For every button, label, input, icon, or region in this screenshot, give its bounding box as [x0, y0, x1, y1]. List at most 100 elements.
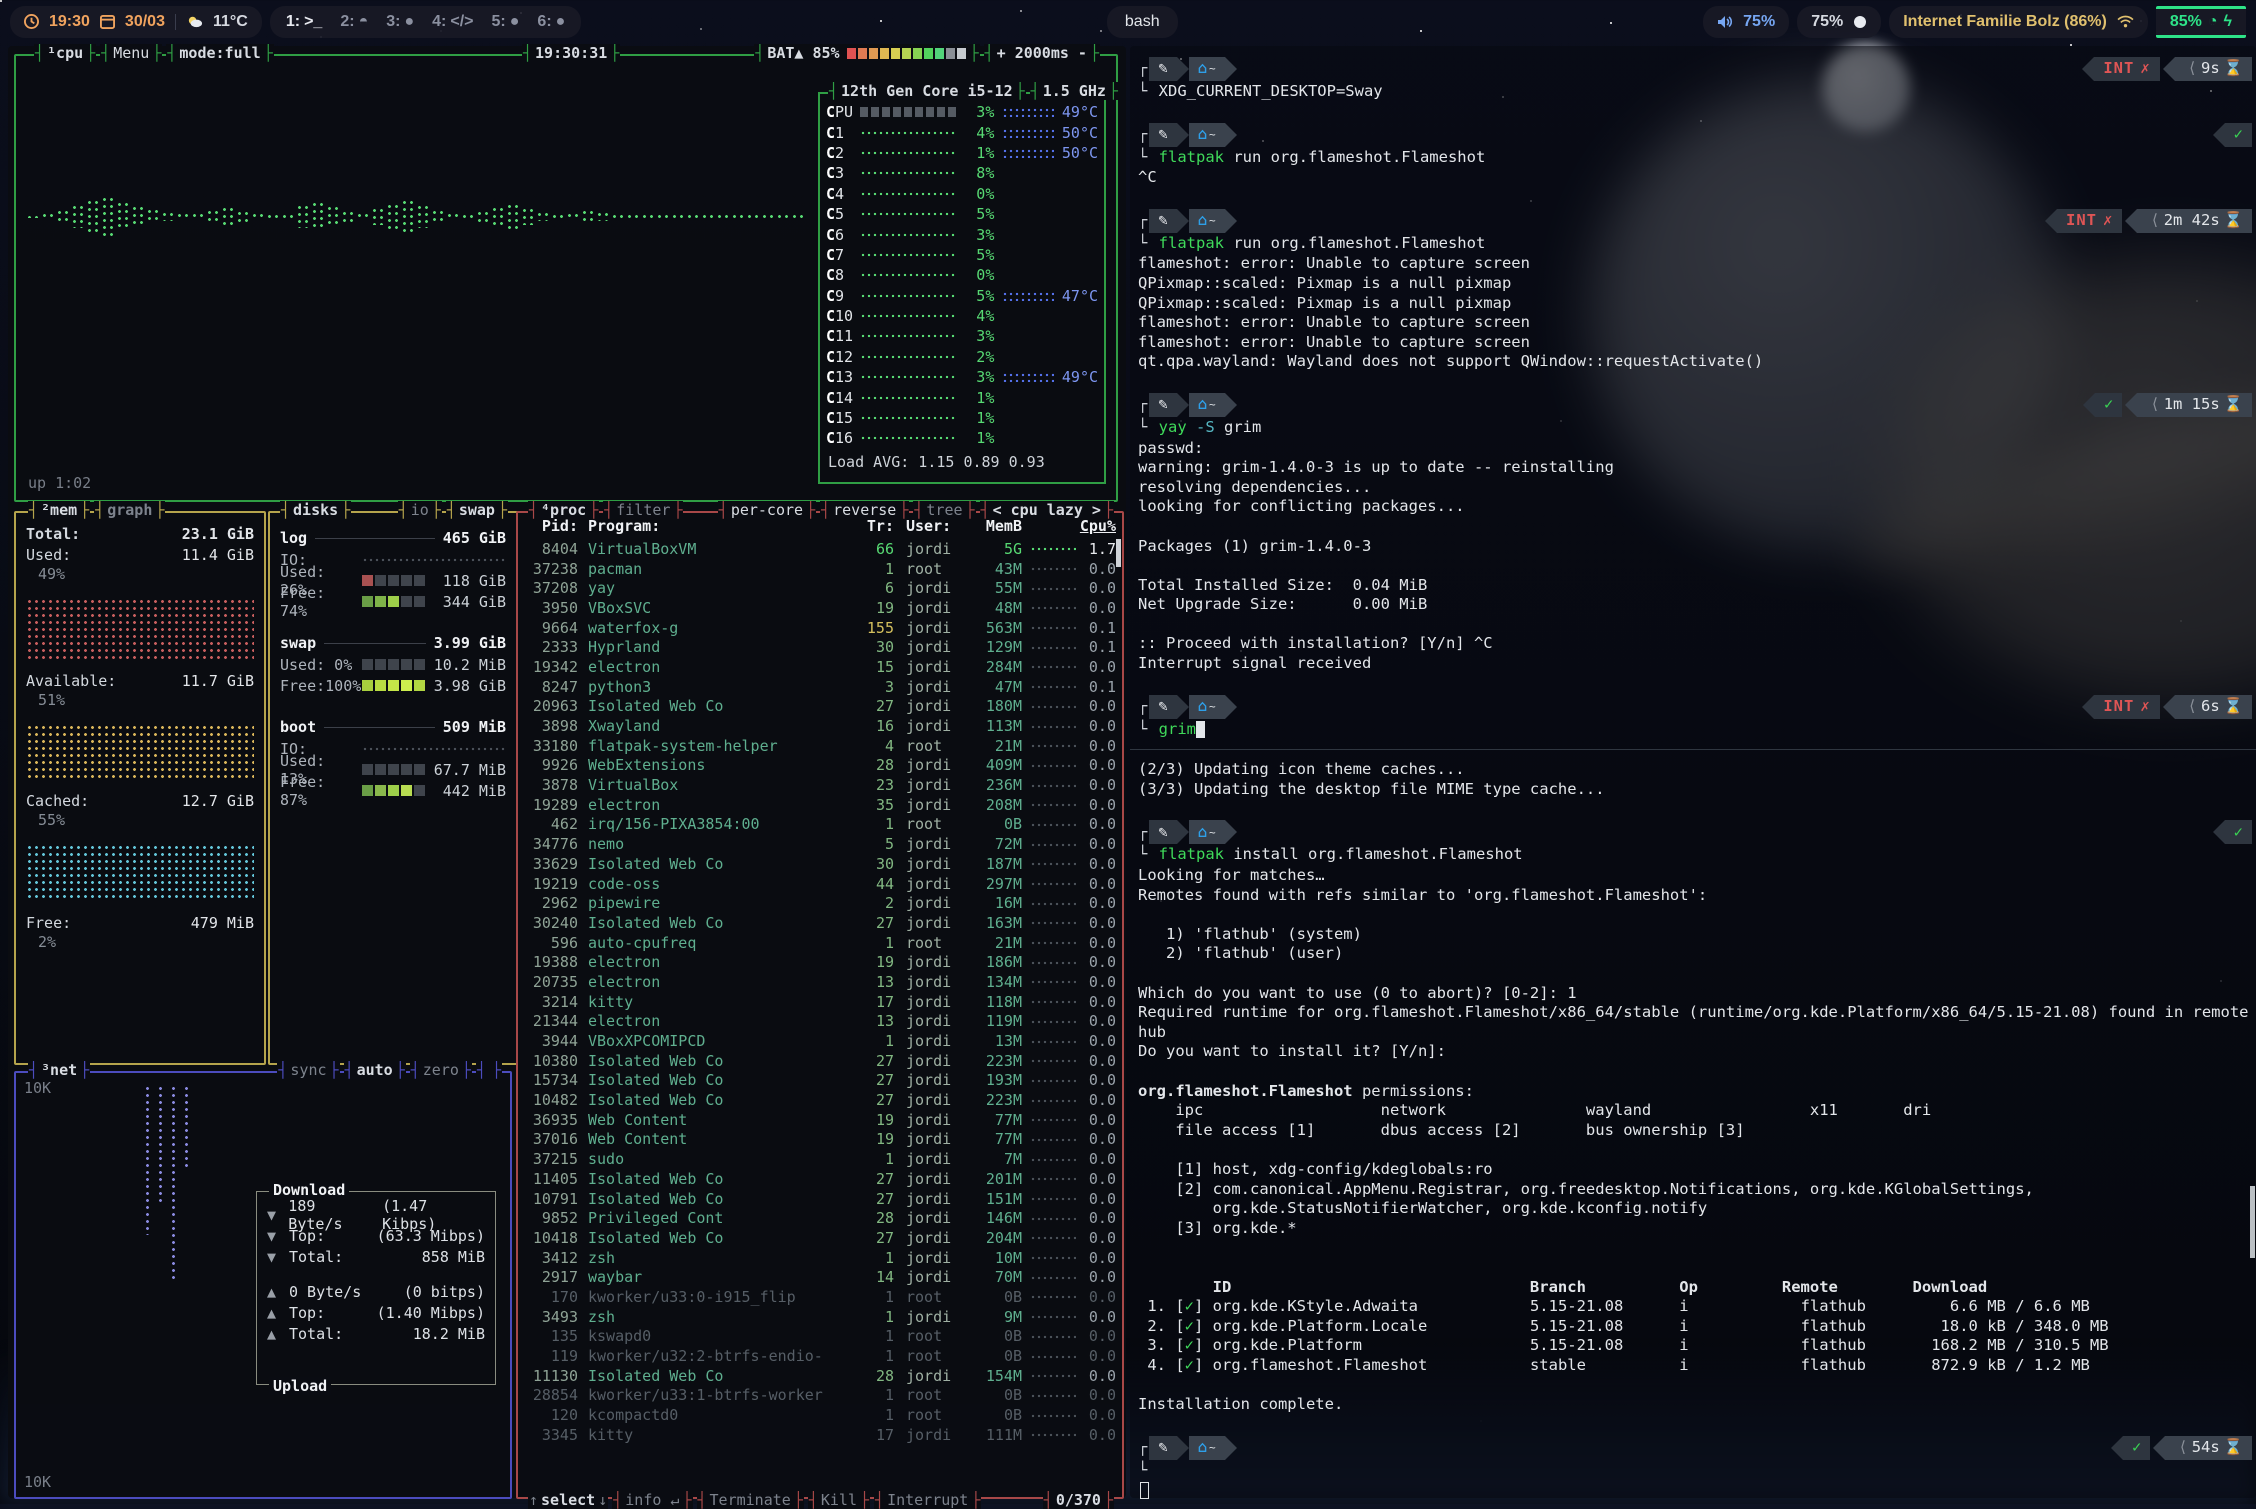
process-row[interactable]: 3412zsh1jordi10M0.0 [520, 1248, 1120, 1268]
process-select-control[interactable]: ↑select↓ [528, 1491, 608, 1509]
powerline-arrow [1225, 209, 1237, 233]
workspace-6[interactable]: 6:● [537, 13, 565, 31]
terminal-output-line: flameshot: error: Unable to capture scre… [1138, 254, 2252, 274]
process-row[interactable]: 3944VBoxXPCOMIPCD1jordi13M0.0 [520, 1031, 1120, 1051]
cpu-graph-segment [236, 210, 251, 222]
cpu-mode-toggle[interactable]: ┤mode:full├ [166, 44, 273, 62]
process-row[interactable]: 19388electron19jordi186M0.0 [520, 952, 1120, 972]
process-info-button[interactable]: ┤info ↵├ [612, 1491, 692, 1509]
process-row[interactable]: 33629Isolated Web Co30jordi187M0.0 [520, 854, 1120, 874]
process-row[interactable]: 37238pacman1root43M0.0 [520, 559, 1120, 579]
mem-graph-tab[interactable]: ┤graph├ [94, 501, 165, 519]
process-row[interactable]: 462irq/156-PIXA3854:001root0B0.0 [520, 815, 1120, 835]
process-row[interactable]: 19289electron35jordi208M0.0 [520, 795, 1120, 815]
process-row[interactable]: 596auto-cpufreq1root21M0.0 [520, 933, 1120, 953]
cpu-tab[interactable]: ┤¹cpu├ [34, 44, 96, 62]
net-option-auto[interactable]: ┤auto├ [344, 1061, 406, 1079]
process-cell: Privileged Cont [588, 1209, 860, 1227]
battery-module[interactable]: 85% ◔ ϟ [2156, 6, 2246, 38]
process-row[interactable]: 120kcompactd01root0B0.0 [520, 1405, 1120, 1425]
sort-column-cpu[interactable]: Cpu% [1076, 517, 1116, 535]
cpu-menu-button[interactable]: ┤Menu├ [100, 44, 162, 62]
cpu-graph-segment [326, 205, 341, 227]
net-option-zero[interactable]: ┤zero├ [410, 1061, 472, 1079]
process-row[interactable]: 3345kitty17jordi111M0.0 [520, 1425, 1120, 1445]
workspace-4[interactable]: 4:</> [432, 13, 473, 31]
process-row[interactable]: 11405Isolated Web Co27jordi201M0.0 [520, 1169, 1120, 1189]
clock-module[interactable]: 19:30 30/03 11°C [10, 6, 262, 38]
process-cell: jordi [906, 855, 964, 873]
process-row[interactable]: 21344electron13jordi119M0.0 [520, 1012, 1120, 1032]
disks-panel: ┤disks├ ┤io├ ┤swap├ log465 GiBIO:Used: 2… [268, 511, 518, 1065]
process-row[interactable]: 2917waybar14jordi70M0.0 [520, 1267, 1120, 1287]
process-row[interactable]: 33180flatpak-system-helper4root21M0.0 [520, 736, 1120, 756]
process-row[interactable]: 28854kworker/u33:1-btrfs-worker1root0B0.… [520, 1386, 1120, 1406]
proc-option-cpulazy[interactable]: ┤< cpu lazy >├ [980, 501, 1114, 519]
terminal-scrollbar[interactable] [2250, 1186, 2255, 1258]
terminal-window[interactable]: ┌✎⌂~INT ✗⟨9s⌛└ XDG_CURRENT_DESKTOP=Sway┌… [1130, 46, 2256, 1498]
process-row[interactable]: 36935Web Content19jordi77M0.0 [520, 1110, 1120, 1130]
proc-option-per-core[interactable]: ┤per-core├ [718, 501, 816, 519]
process-row[interactable]: 9852Privileged Cont28jordi146M0.0 [520, 1208, 1120, 1228]
process-row[interactable]: 11130Isolated Web Co28jordi154M0.0 [520, 1366, 1120, 1386]
process-row[interactable]: 2333Hyprland30jordi129M0.1 [520, 637, 1120, 657]
process-row[interactable]: 2962pipewire2jordi16M0.0 [520, 893, 1120, 913]
terminal-output-line: [3] org.kde.* [1138, 1219, 2252, 1239]
process-row[interactable]: 3878VirtualBox23jordi236M0.0 [520, 775, 1120, 795]
workspace-1[interactable]: 1:>_ [286, 13, 322, 31]
process-row[interactable]: 34776nemo5jordi72M0.0 [520, 834, 1120, 854]
process-row[interactable]: 135kswapd01root0B0.0 [520, 1327, 1120, 1347]
process-row[interactable]: 3898Xwayland16jordi113M0.0 [520, 716, 1120, 736]
process-row[interactable]: 10418Isolated Web Co27jordi204M0.0 [520, 1228, 1120, 1248]
proc-option-reverse[interactable]: ┤reverse├ [820, 501, 909, 519]
net-option-sync[interactable]: ┤sync├ [277, 1061, 339, 1079]
terminal-output-line: warning: grim-1.4.0-3 is up to date -- r… [1138, 458, 2252, 478]
output-segment: 1. [ [1138, 1297, 1185, 1315]
net-tab[interactable]: ┤³net├ [28, 1061, 90, 1079]
process-row[interactable]: 10791Isolated Web Co27jordi151M0.0 [520, 1189, 1120, 1209]
process-row[interactable]: 3493zsh1jordi9M0.0 [520, 1307, 1120, 1327]
process-row[interactable]: 10482Isolated Web Co27jordi223M0.0 [520, 1090, 1120, 1110]
process-cpu-value: 0.0 [1076, 1071, 1116, 1089]
process-row[interactable]: 15734Isolated Web Co27jordi193M0.0 [520, 1071, 1120, 1091]
network-module[interactable]: Internet Familie Bolz (86%) [1889, 6, 2148, 38]
process-row[interactable]: 19342electron15jordi284M0.0 [520, 657, 1120, 677]
volume-module[interactable]: 75% [1703, 6, 1789, 38]
process-row[interactable]: 37208yay6jordi55M0.0 [520, 578, 1120, 598]
proc-filter-tab[interactable]: ┤filter├ [603, 501, 683, 519]
process-row[interactable]: 9664waterfox-g155jordi563M0.1 [520, 618, 1120, 638]
process-action-kill[interactable]: ┤Kill├ [808, 1491, 870, 1509]
window-title[interactable]: bash [1107, 6, 1178, 38]
process-row[interactable]: 37215sudo1jordi7M0.0 [520, 1149, 1120, 1169]
workspace-5[interactable]: 5:● [492, 13, 520, 31]
mem-tab[interactable]: ┤²mem├ [28, 501, 90, 519]
terminal-output-line: looking for conflicting packages... [1138, 497, 2252, 517]
process-scrollbar[interactable] [1116, 539, 1121, 567]
process-row[interactable]: 10380Isolated Web Co27jordi223M0.0 [520, 1051, 1120, 1071]
disks-io-tab[interactable]: ┤io├ [398, 501, 442, 519]
workspace-2[interactable]: 2:◓ [340, 13, 368, 31]
cpu-interval-control[interactable]: ┤+ 2000ms -├ [984, 44, 1100, 62]
process-action-interrupt[interactable]: ┤Interrupt├ [874, 1491, 981, 1509]
process-row[interactable]: 3214kitty17jordi118M0.0 [520, 992, 1120, 1012]
process-row[interactable]: 3950VBoxSVC19jordi48M0.0 [520, 598, 1120, 618]
disks-swap-tab[interactable]: ┤swap├ [446, 501, 508, 519]
process-row[interactable]: 19219code-oss44jordi297M0.0 [520, 874, 1120, 894]
proc-tab[interactable]: ┤⁴proc├ [528, 501, 599, 519]
process-row[interactable]: 170kworker/u33:0-i915_flip1root0B0.0 [520, 1287, 1120, 1307]
process-row[interactable]: 20735electron13jordi134M0.0 [520, 972, 1120, 992]
process-row[interactable]: 9926WebExtensions28jordi409M0.0 [520, 756, 1120, 776]
brightness-module[interactable]: 75% [1797, 6, 1881, 38]
disks-tab[interactable]: ┤disks├ [280, 501, 351, 519]
workspace-3[interactable]: 3:● [386, 13, 414, 31]
process-row[interactable]: 20963Isolated Web Co27jordi180M0.0 [520, 697, 1120, 717]
process-row[interactable]: 8247python33jordi47M0.1 [520, 677, 1120, 697]
process-row[interactable]: 37016Web Content19jordi77M0.0 [520, 1130, 1120, 1150]
process-row[interactable]: 8404VirtualBoxVM66jordi5G1.7 [520, 539, 1120, 559]
process-action-terminate[interactable]: ┤Terminate├ [697, 1491, 804, 1509]
process-row[interactable]: 30240Isolated Web Co27jordi163M0.0 [520, 913, 1120, 933]
net-option-bwlan0n[interactable]: ┤├ [476, 1061, 502, 1079]
proc-option-tree[interactable]: ┤tree├ [913, 501, 975, 519]
process-cpu-sparkline [1030, 1216, 1076, 1221]
process-row[interactable]: 119kworker/u32:2-btrfs-endio-1root0B0.0 [520, 1346, 1120, 1366]
